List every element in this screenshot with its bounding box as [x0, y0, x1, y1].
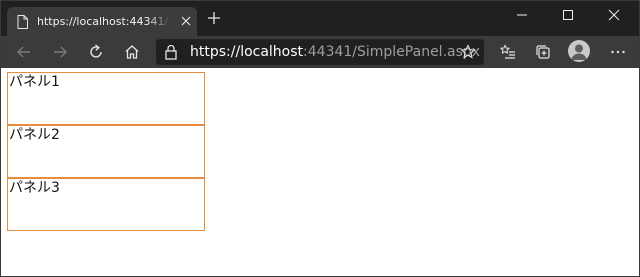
tab-title: https://localhost:44341/SimplePanel.aspx [37, 15, 171, 28]
forward-arrow-icon[interactable] [50, 42, 70, 62]
page-content: パネル1 パネル2 パネル3 [1, 68, 639, 276]
refresh-icon[interactable] [86, 42, 106, 62]
address-bar[interactable]: https://localhost:44341/SimplePanel.aspx [156, 39, 484, 65]
panel-2: パネル2 [7, 125, 205, 178]
url-path: :44341/SimplePanel.aspx [303, 44, 481, 60]
panel-label: パネル3 [9, 180, 60, 196]
home-icon[interactable] [122, 42, 142, 62]
minimize-icon [516, 6, 528, 25]
panel-label: パネル2 [9, 127, 60, 143]
window-close-button[interactable] [591, 1, 637, 29]
back-arrow-icon[interactable] [14, 42, 34, 62]
browser-window: https://localhost:44341/SimplePanel.aspx [0, 0, 640, 277]
toolbar: https://localhost:44341/SimplePanel.aspx [1, 36, 639, 68]
collections-icon[interactable] [533, 42, 553, 62]
lock-icon[interactable] [164, 44, 178, 60]
maximize-icon [562, 6, 574, 25]
tab-strip: https://localhost:44341/SimplePanel.aspx [1, 1, 639, 36]
avatar[interactable] [568, 40, 590, 62]
url-host: localhost [240, 44, 304, 60]
favorites-list-icon[interactable] [498, 42, 518, 62]
plus-icon[interactable] [206, 10, 222, 26]
close-icon [608, 6, 620, 25]
star-icon[interactable] [460, 44, 476, 60]
panel-1: パネル1 [7, 72, 205, 125]
more-icon[interactable] [608, 42, 628, 62]
panel-label: パネル1 [9, 74, 60, 90]
close-icon[interactable] [179, 13, 193, 27]
maximize-button[interactable] [545, 1, 591, 29]
browser-tab[interactable]: https://localhost:44341/SimplePanel.aspx [7, 7, 197, 36]
url-text[interactable]: https://localhost:44341/SimplePanel.aspx [190, 44, 480, 61]
panel-3: パネル3 [7, 178, 205, 231]
page-icon [17, 14, 28, 29]
minimize-button[interactable] [499, 1, 545, 29]
url-scheme: https:// [190, 44, 241, 60]
